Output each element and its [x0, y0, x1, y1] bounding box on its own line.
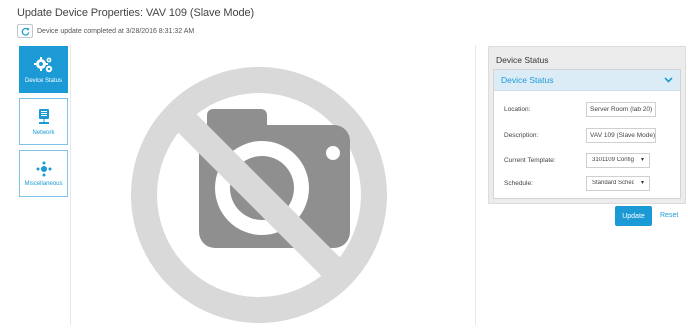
gears-icon [33, 56, 52, 72]
tab-label-device-status: Device Status [24, 77, 63, 84]
tab-device-status[interactable]: Device Status [19, 46, 68, 93]
tab-network[interactable]: Network [19, 98, 68, 145]
schedule-value: Standard Schedule [592, 180, 634, 186]
location-row: Location: Server Room (lab 20) [504, 102, 676, 118]
status-message: Device update completed at 3/28/2016 8:3… [37, 27, 195, 35]
schedule-row: Schedule: Standard Schedule ▾ [504, 176, 676, 192]
page-title: Update Device Properties: VAV 109 (Slave… [17, 7, 255, 19]
miscellaneous-icon [36, 161, 51, 176]
device-status-card-title: Device Status [496, 55, 549, 65]
network-icon [38, 108, 49, 124]
caret-down-icon: ▾ [640, 180, 644, 186]
tab-label-miscellaneous: Miscellaneous [24, 180, 63, 187]
current-template-label: Current Template: [504, 157, 556, 164]
location-input[interactable]: Server Room (lab 20) [586, 102, 656, 117]
update-status-line: Device update completed at 3/28/2016 8:3… [17, 24, 194, 38]
current-template-row: Current Template: 3101109 Config ▾ [504, 153, 676, 169]
chevron-down-icon[interactable] [664, 77, 673, 83]
description-row: Description: VAV 109 (Slave Mode) [504, 128, 676, 144]
side-tabs: Device Status Network Miscellaneous [19, 46, 70, 202]
tab-miscellaneous[interactable]: Miscellaneous [19, 150, 68, 197]
update-button[interactable]: Update [615, 206, 652, 226]
reset-link[interactable]: Reset [660, 212, 678, 219]
tab-label-network: Network [32, 129, 55, 136]
schedule-select[interactable]: Standard Schedule ▾ [586, 176, 650, 191]
refresh-button[interactable] [17, 24, 33, 38]
device-image-panel [70, 45, 476, 325]
location-label: Location: [504, 106, 531, 113]
description-label: Description: [504, 132, 539, 139]
device-status-section: Device Status Location: Server Room (lab… [493, 69, 681, 199]
current-template-value: 3101109 Config [592, 157, 634, 163]
no-image-placeholder-icon [131, 67, 387, 323]
refresh-icon [21, 27, 29, 36]
device-status-section-header[interactable]: Device Status [494, 70, 680, 91]
caret-down-icon: ▾ [640, 157, 644, 163]
device-status-card: Device Status Device Status Location: Se… [488, 46, 686, 204]
schedule-label: Schedule: [504, 180, 533, 187]
description-input[interactable]: VAV 109 (Slave Mode) [586, 128, 656, 143]
current-template-select[interactable]: 3101109 Config ▾ [586, 153, 650, 168]
device-status-section-title: Device Status [501, 75, 554, 85]
